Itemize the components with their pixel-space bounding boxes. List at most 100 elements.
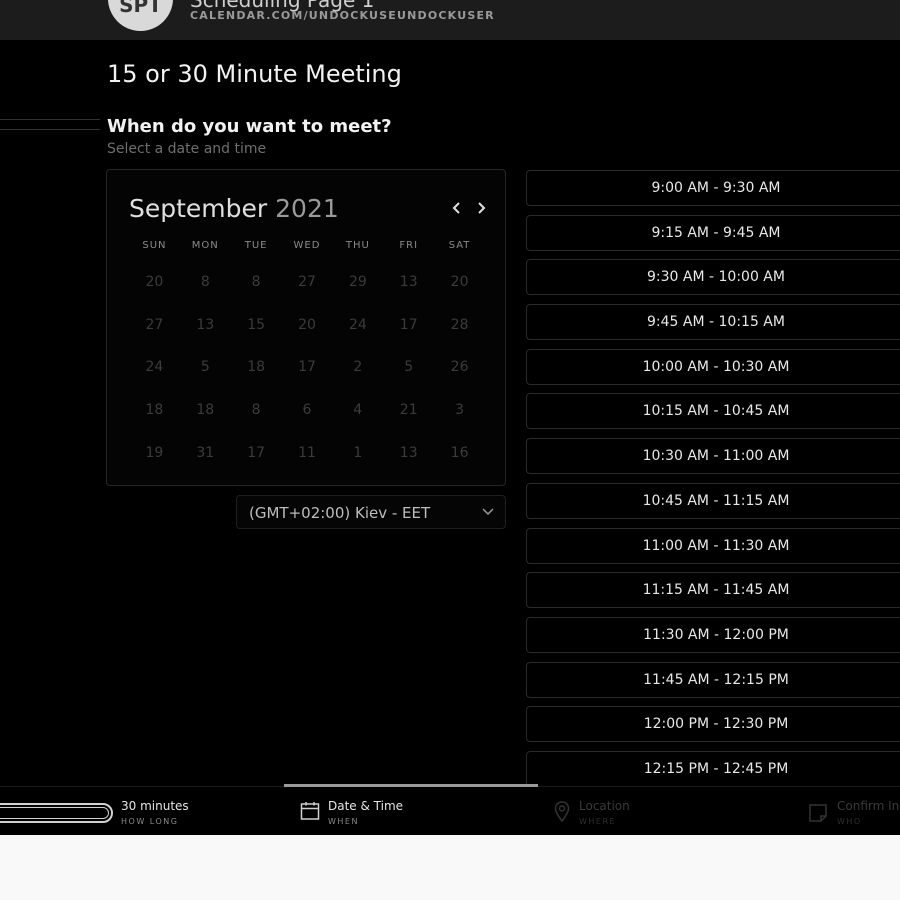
step-duration-title: 30 minutes [121,799,189,813]
calendar-day: 16 [450,444,469,461]
calendar-day: 28 [450,316,469,333]
timezone-select[interactable]: (GMT+02:00) Kiev - EET [236,495,506,529]
date-question-heading: When do you want to meet? [107,116,392,137]
weekday-label: WED [293,240,321,251]
time-slot-label: 10:30 AM - 11:00 AM [642,448,790,465]
calendar-day: 29 [348,274,367,290]
calendar-day: 13 [399,444,418,461]
calendar-month: September [129,194,268,223]
duration-pill-icon [0,803,113,823]
calendar-day: 26 [450,359,469,376]
time-slot-button[interactable]: 10:45 AM - 11:15 AM [526,482,900,519]
calendar-day: 8 [251,274,261,290]
calendar-day: 8 [200,274,210,290]
calendar-day: 18 [196,402,215,419]
chevron-left-icon [452,202,460,214]
time-slot-label: 9:15 AM - 9:45 AM [651,224,781,241]
weekday-label: SAT [448,240,471,251]
time-slot-button[interactable]: 11:15 AM - 11:45 AM [526,572,900,609]
calendar-day: 6 [302,402,312,419]
header-bar: SPT Scheduling Page 1 CALENDAR.COM/UNDOC… [0,0,900,40]
meeting-title: 15 or 30 Minute Meeting [107,60,402,88]
calendar-day: 1 [353,444,363,461]
avatar: SPT [108,0,173,31]
time-slot-label: 11:15 AM - 11:45 AM [642,582,790,599]
weekday-label: MON [191,240,219,251]
step-location[interactable]: Location WHERE [552,797,752,829]
step-date-time[interactable]: Date & Time WHEN [298,797,518,829]
timezone-label: (GMT+02:00) Kiev - EET [249,504,431,522]
calendar-day: 20 [450,274,469,290]
time-slot-label: 12:15 PM - 12:45 PM [643,760,789,777]
calendar-day: 20 [298,316,316,333]
step-date-time-sub: WHEN [328,817,359,826]
time-slot-button[interactable]: 9:45 AM - 10:15 AM [526,304,900,341]
weekday-label: FRI [399,240,419,251]
next-month-button[interactable] [471,196,491,220]
date-instruction: Select a date and time [107,141,267,157]
scheduling-page-url[interactable]: CALENDAR.COM/UNDOCKUSEUNDOCKUSER [190,9,495,22]
time-slot-button[interactable]: 11:45 AM - 12:15 PM [526,661,900,698]
time-slot-label: 11:30 AM - 12:00 PM [643,626,789,643]
time-slot-label: 10:45 AM - 11:15 AM [642,492,790,509]
step-confirm[interactable]: Confirm In WHO [808,797,900,829]
calendar-day: 13 [399,274,418,290]
calendar-day: 8 [251,402,261,419]
time-slot-button[interactable]: 10:15 AM - 10:45 AM [526,393,900,430]
step-date-time-title: Date & Time [328,799,404,813]
time-slot-button[interactable]: 11:00 AM - 11:30 AM [526,527,900,564]
calendar-day: 19 [145,444,164,461]
avatar-initials: SPT [119,0,162,17]
calendar-day: 31 [196,444,215,461]
previous-month-button[interactable] [447,196,467,220]
step-location-title: Location [579,799,630,813]
calendar-day: 24 [348,316,367,333]
calendar-day: 20 [145,274,164,290]
time-slot-label: 9:00 AM - 9:30 AM [651,180,781,196]
weekday-label: SUN [142,240,167,251]
divider-line [0,129,100,130]
weekday-label: TUE [244,240,268,251]
time-slot-label: 9:45 AM - 10:15 AM [647,314,785,331]
steps-footer: 30 minutes HOW LONG Date & Time WHEN Loc… [0,784,900,835]
time-slot-button[interactable]: 10:00 AM - 10:30 AM [526,348,900,385]
time-slot-label: 11:45 AM - 12:15 PM [643,671,789,688]
calendar-day: 5 [404,359,414,376]
time-slot-button[interactable]: 12:15 PM - 12:45 PM [526,750,900,787]
step-confirm-sub: WHO [837,817,862,826]
time-slot-list: 9:00 AM - 9:30 AM 9:15 AM - 9:45 AM 9:30 A… [526,170,900,796]
calendar-day: 18 [247,359,266,376]
calendar-day: 11 [298,444,316,461]
calendar-day: 24 [145,359,164,376]
calendar-day: 15 [247,316,266,333]
time-slot-button[interactable]: 12:00 PM - 12:30 PM [526,706,900,743]
step-duration[interactable]: 30 minutes HOW LONG [0,797,260,829]
step-confirm-title: Confirm In [837,799,900,813]
calendar-day: 27 [298,274,316,290]
calendar-day: 21 [399,402,418,419]
time-slot-button[interactable]: 10:30 AM - 11:00 AM [526,438,900,475]
time-slot-button[interactable]: 9:15 AM - 9:45 AM [526,214,900,251]
divider-line [0,119,100,120]
time-slot-button[interactable]: 9:00 AM - 9:30 AM [526,170,900,206]
calendar-day: 17 [399,316,418,333]
time-slot-button[interactable]: 11:30 AM - 12:00 PM [526,616,900,653]
time-slot-label: 11:00 AM - 11:30 AM [642,537,790,554]
calendar-year: 2021 [275,194,339,223]
step-duration-sub: HOW LONG [121,817,179,826]
calendar-day: 13 [196,316,215,333]
date-picker-calendar: September 2021 SUN MON TUE WED THU FRI SAT 20 8… [106,169,506,486]
calendar-day: 2 [353,359,363,376]
location-pin-icon [554,801,570,823]
calendar-day: 27 [145,316,164,333]
time-slot-label: 10:00 AM - 10:30 AM [642,358,790,375]
time-slot-label: 10:15 AM - 10:45 AM [642,403,790,420]
scheduling-app: SPT Scheduling Page 1 CALENDAR.COM/UNDOC… [0,0,900,835]
calendar-day: 3 [455,402,465,419]
weekday-header-row: SUN MON TUE WED THU FRI SAT [129,240,485,251]
chevron-down-icon [482,508,494,516]
calendar-day: 4 [353,402,363,419]
step-location-sub: WHERE [579,817,617,826]
weekday-label: THU [345,240,370,251]
time-slot-button[interactable]: 9:30 AM - 10:00 AM [526,259,900,296]
